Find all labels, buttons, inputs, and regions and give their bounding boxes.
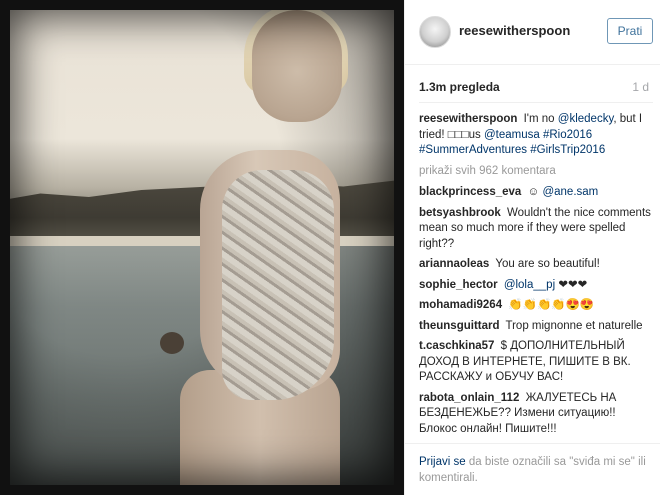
comment: rabota_onlain_112 ЖАЛУЕТЕСЬ НА БЕЗДЕНЕЖЬ…: [419, 391, 655, 438]
caption-text: us: [468, 128, 484, 141]
comment-username[interactable]: rabota_onlain_112: [419, 392, 519, 404]
caption-username[interactable]: reesewitherspoon: [419, 113, 517, 125]
view-count: 1.3m pregleda: [419, 80, 500, 94]
comment-text: 👏👏👏👏😍😍: [508, 299, 595, 311]
comment-mention[interactable]: @lola__pj: [504, 279, 555, 291]
comment: theunsguittard Trop mignonne et naturell…: [419, 319, 655, 335]
caption-mention[interactable]: @kledecky: [558, 113, 614, 125]
comment-text: ☺: [527, 186, 540, 198]
comment-mention[interactable]: @ane.sam: [542, 186, 598, 198]
caption: reesewitherspoon I'm no @kledecky, but I…: [419, 112, 655, 159]
comment-text: ❤❤❤: [558, 278, 588, 291]
caption-hashtag[interactable]: #Rio2016: [540, 129, 592, 141]
comment-username[interactable]: mohamadi9264: [419, 299, 502, 311]
comment-username[interactable]: betsyashbrook: [419, 207, 501, 219]
caption-hashtag[interactable]: #GirlsTrip2016: [527, 144, 605, 156]
post-meta: 1.3m pregleda 1 d: [419, 80, 653, 94]
comment: sophie_hector @lola__pj ❤❤❤: [419, 278, 655, 294]
post-photo[interactable]: [0, 0, 404, 495]
post-sidebar: reesewitherspoon Prati 1.3m pregleda 1 d…: [404, 0, 660, 495]
caption-mention[interactable]: @teamusa: [484, 129, 540, 141]
caption-text: I'm no: [520, 113, 558, 125]
login-prompt-text: Prijavi se da biste označili sa "sviđa m…: [419, 454, 647, 486]
comment: betsyashbrook Wouldn't the nice comments…: [419, 206, 655, 253]
post-age[interactable]: 1 d: [632, 80, 649, 94]
comment: ariannaoleas You are so beautiful!: [419, 257, 655, 273]
photo-head: [252, 10, 342, 122]
comment-username[interactable]: blackprincess_eva: [419, 186, 521, 198]
photo-swimmer: [160, 332, 184, 354]
comment-list: reesewitherspoon I'm no @kledecky, but I…: [419, 112, 655, 442]
show-all-comments-link[interactable]: prikaži svih 962 komentara: [419, 164, 655, 180]
caption-emoji: □□□: [447, 128, 469, 141]
comment: mohamadi9264 👏👏👏👏😍😍: [419, 298, 655, 314]
login-prompt: Prijavi se da biste označili sa "sviđa m…: [405, 443, 660, 496]
caption-hashtag[interactable]: #SummerAdventures: [419, 144, 527, 156]
avatar[interactable]: [419, 16, 451, 48]
comment: blackprincess_eva ☺ @ane.sam: [419, 185, 655, 201]
comment-username[interactable]: ariannaoleas: [419, 258, 489, 270]
photo-swimsuit: [222, 170, 334, 400]
comment-username[interactable]: sophie_hector: [419, 279, 498, 291]
comment-text: Trop mignonne et naturelle: [505, 319, 643, 332]
comment: t.caschkina57 $ ДОПОЛНИТЕЛЬНЫЙ ДОХОД В И…: [419, 339, 655, 386]
post-username[interactable]: reesewitherspoon: [459, 23, 570, 38]
comment-text: You are so beautiful!: [495, 258, 600, 270]
post-header: reesewitherspoon Prati: [405, 0, 660, 65]
divider: [419, 102, 653, 103]
login-link[interactable]: Prijavi se: [419, 456, 466, 468]
comment-username[interactable]: theunsguittard: [419, 320, 500, 332]
follow-button[interactable]: Prati: [607, 18, 653, 44]
comment-username[interactable]: t.caschkina57: [419, 340, 494, 352]
